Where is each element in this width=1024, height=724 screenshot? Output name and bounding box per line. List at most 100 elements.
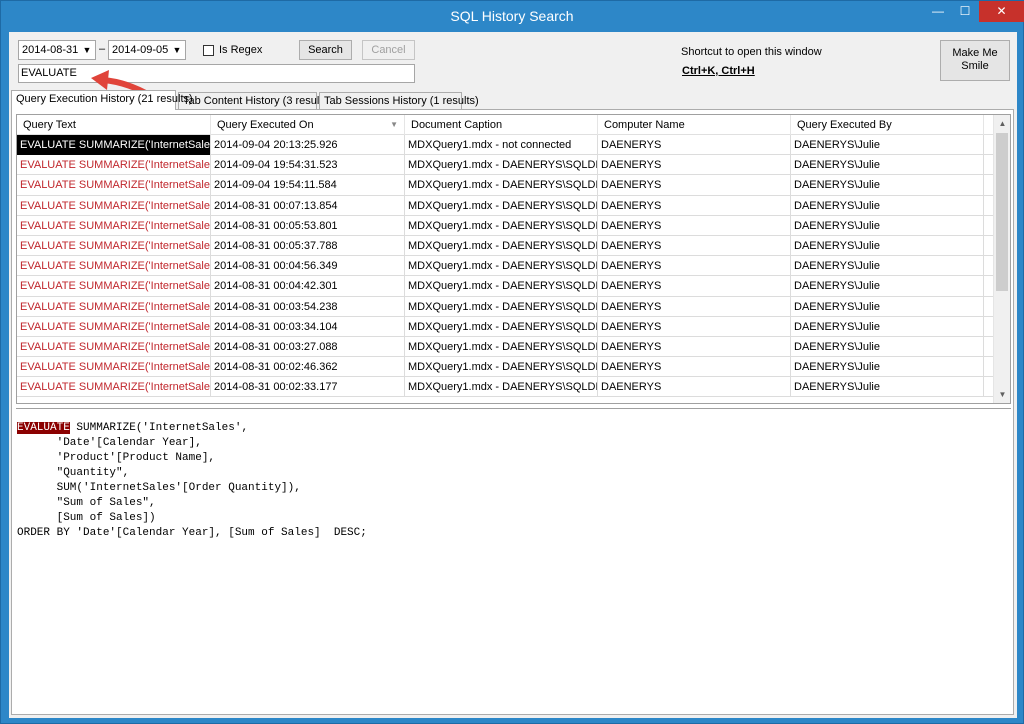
table-row[interactable]: EVALUATE SUMMARIZE('InternetSales'... 201… bbox=[17, 155, 994, 176]
cell-computer-name[interactable]: DAENERYS bbox=[598, 175, 791, 196]
cell-query-text[interactable]: EVALUATE SUMMARIZE('InternetSales'... bbox=[17, 316, 211, 337]
scroll-thumb[interactable] bbox=[996, 133, 1008, 291]
cell-query-text[interactable]: EVALUATE SUMMARIZE('InternetSales'... bbox=[17, 377, 211, 398]
cell-executed-on[interactable]: 2014-09-04 19:54:11.584 bbox=[211, 175, 405, 196]
cell-document-caption[interactable]: MDXQuery1.mdx - DAENERYS\SQLDE... bbox=[405, 296, 598, 317]
cell-executed-on[interactable]: 2014-08-31 00:02:46.362 bbox=[211, 357, 405, 378]
cell-query-text[interactable]: EVALUATE SUMMARIZE('InternetSales'... bbox=[17, 195, 211, 216]
is-regex-checkbox[interactable] bbox=[203, 45, 214, 56]
cell-query-text[interactable]: EVALUATE SUMMARIZE('InternetSales'... bbox=[17, 215, 211, 236]
query-text-editor[interactable]: EVALUATE SUMMARIZE('InternetSales', 'Dat… bbox=[16, 408, 1011, 712]
cell-executed-on[interactable]: 2014-08-31 00:04:56.349 bbox=[211, 256, 405, 277]
column-header-executed-on[interactable]: Query Executed On ▼ bbox=[211, 115, 405, 135]
cell-query-text[interactable]: EVALUATE SUMMARIZE('InternetSales'... bbox=[17, 336, 211, 357]
cell-query-text[interactable]: EVALUATE SUMMARIZE('InternetSales'... bbox=[17, 276, 211, 297]
table-row[interactable]: EVALUATE SUMMARIZE('InternetSales'... 201… bbox=[17, 215, 994, 236]
table-row[interactable]: EVALUATE SUMMARIZE('InternetSales'... 201… bbox=[17, 296, 994, 317]
cell-computer-name[interactable]: DAENERYS bbox=[598, 276, 791, 297]
cell-executed-on[interactable]: 2014-08-31 00:07:13.854 bbox=[211, 195, 405, 216]
table-row[interactable]: EVALUATE SUMMARIZE('InternetSales'... 201… bbox=[17, 316, 994, 337]
maximize-button[interactable]: ☐ bbox=[952, 1, 978, 22]
cancel-button[interactable]: Cancel bbox=[362, 40, 415, 60]
cell-computer-name[interactable]: DAENERYS bbox=[598, 256, 791, 277]
cell-query-text[interactable]: EVALUATE SUMMARIZE('InternetSales'... bbox=[17, 357, 211, 378]
cell-computer-name[interactable]: DAENERYS bbox=[598, 215, 791, 236]
table-row[interactable]: EVALUATE SUMMARIZE('InternetSales'... 201… bbox=[17, 276, 994, 297]
cell-executed-by[interactable]: DAENERYS\Julie bbox=[791, 316, 984, 337]
cell-executed-by[interactable]: DAENERYS\Julie bbox=[791, 256, 984, 277]
table-row[interactable]: EVALUATE SUMMARIZE('InternetSales'... 201… bbox=[17, 256, 994, 277]
cell-executed-by[interactable]: DAENERYS\Julie bbox=[791, 175, 984, 196]
cell-document-caption[interactable]: MDXQuery1.mdx - DAENERYS\SQLDE... bbox=[405, 195, 598, 216]
cell-query-text[interactable]: EVALUATE SUMMARIZE('InternetSales'... bbox=[17, 135, 211, 155]
cell-query-text[interactable]: EVALUATE SUMMARIZE('InternetSales'... bbox=[17, 175, 211, 196]
is-regex-label[interactable]: Is Regex bbox=[219, 44, 262, 56]
cell-executed-by[interactable]: DAENERYS\Julie bbox=[791, 215, 984, 236]
chevron-down-icon[interactable]: ▼ bbox=[79, 41, 95, 59]
cell-executed-by[interactable]: DAENERYS\Julie bbox=[791, 357, 984, 378]
table-row[interactable]: EVALUATE SUMMARIZE('InternetSales'... 201… bbox=[17, 336, 994, 358]
cell-executed-by[interactable]: DAENERYS\Julie bbox=[791, 377, 984, 398]
cell-document-caption[interactable]: MDXQuery1.mdx - DAENERYS\SQLDE... bbox=[405, 336, 598, 357]
cell-computer-name[interactable]: DAENERYS bbox=[598, 195, 791, 216]
cell-document-caption[interactable]: MDXQuery1.mdx - DAENERYS\SQLDE... bbox=[405, 357, 598, 378]
column-header-query-text[interactable]: Query Text bbox=[17, 115, 211, 135]
cell-computer-name[interactable]: DAENERYS bbox=[598, 316, 791, 337]
cell-executed-on[interactable]: 2014-08-31 00:04:42.301 bbox=[211, 276, 405, 297]
cell-executed-by[interactable]: DAENERYS\Julie bbox=[791, 296, 984, 317]
cell-executed-by[interactable]: DAENERYS\Julie bbox=[791, 195, 984, 216]
cell-document-caption[interactable]: MDXQuery1.mdx - not connected bbox=[405, 135, 598, 155]
cell-document-caption[interactable]: MDXQuery1.mdx - DAENERYS\SQLDE... bbox=[405, 215, 598, 236]
cell-computer-name[interactable]: DAENERYS bbox=[598, 357, 791, 378]
cell-computer-name[interactable]: DAENERYS bbox=[598, 235, 791, 256]
cell-computer-name[interactable]: DAENERYS bbox=[598, 377, 791, 398]
cell-executed-on[interactable]: 2014-08-31 00:05:53.801 bbox=[211, 215, 405, 236]
table-row[interactable]: EVALUATE SUMMARIZE('InternetSales'... 201… bbox=[17, 135, 994, 156]
date-to-picker[interactable]: 2014-09-05 ▼ bbox=[108, 40, 186, 60]
cell-executed-by[interactable]: DAENERYS\Julie bbox=[791, 336, 984, 357]
table-row[interactable]: EVALUATE SUMMARIZE('InternetSales'... 201… bbox=[17, 195, 994, 216]
tab-query-execution-history[interactable]: Query Execution History (21 results) bbox=[11, 90, 193, 110]
cell-query-text[interactable]: EVALUATE SUMMARIZE('InternetSales'... bbox=[17, 256, 211, 277]
cell-executed-by[interactable]: DAENERYS\Julie bbox=[791, 276, 984, 297]
cell-document-caption[interactable]: MDXQuery1.mdx - DAENERYS\SQLDE... bbox=[405, 175, 598, 196]
cell-document-caption[interactable]: MDXQuery1.mdx - DAENERYS\SQLDE... bbox=[405, 377, 598, 398]
cell-query-text[interactable]: EVALUATE SUMMARIZE('InternetSales'... bbox=[17, 296, 211, 317]
column-header-computer-name[interactable]: Computer Name bbox=[598, 115, 791, 135]
table-row[interactable]: EVALUATE SUMMARIZE('InternetSales'... 201… bbox=[17, 357, 994, 378]
column-header-document-caption[interactable]: Document Caption bbox=[405, 115, 598, 135]
cell-document-caption[interactable]: MDXQuery1.mdx - DAENERYS\SQLDE... bbox=[405, 235, 598, 256]
cell-document-caption[interactable]: MDXQuery1.mdx - DAENERYS\SQLDE... bbox=[405, 256, 598, 277]
scroll-down-icon[interactable]: ▼ bbox=[994, 386, 1010, 403]
cell-computer-name[interactable]: DAENERYS bbox=[598, 155, 791, 176]
tab-content-history[interactable]: Tab Content History (3 results) bbox=[178, 92, 332, 110]
cell-executed-by[interactable]: DAENERYS\Julie bbox=[791, 235, 984, 256]
cell-executed-on[interactable]: 2014-08-31 00:03:54.238 bbox=[211, 296, 405, 317]
cell-executed-on[interactable]: 2014-08-31 00:03:34.104 bbox=[211, 316, 405, 337]
cell-document-caption[interactable]: MDXQuery1.mdx - DAENERYS\SQLDE... bbox=[405, 155, 598, 176]
make-me-smile-button[interactable]: Make Me Smile bbox=[940, 40, 1010, 81]
title-bar[interactable]: SQL History Search — ☐ ✕ bbox=[1, 1, 1024, 31]
cell-executed-on[interactable]: 2014-09-04 20:13:25.926 bbox=[211, 135, 405, 155]
cell-computer-name[interactable]: DAENERYS bbox=[598, 296, 791, 317]
cell-query-text[interactable]: EVALUATE SUMMARIZE('InternetSales'... bbox=[17, 235, 211, 256]
cell-executed-on[interactable]: 2014-08-31 00:02:33.177 bbox=[211, 377, 405, 398]
tab-sessions-history[interactable]: Tab Sessions History (1 results) bbox=[319, 92, 479, 110]
cell-computer-name[interactable]: DAENERYS bbox=[598, 135, 791, 155]
table-row[interactable]: EVALUATE SUMMARIZE('InternetSales'... 201… bbox=[17, 235, 994, 257]
search-input[interactable]: EVALUATE bbox=[18, 64, 415, 83]
cell-document-caption[interactable]: MDXQuery1.mdx - DAENERYS\SQLDE... bbox=[405, 276, 598, 297]
scroll-up-icon[interactable]: ▲ bbox=[994, 115, 1010, 132]
cell-query-text[interactable]: EVALUATE SUMMARIZE('InternetSales'... bbox=[17, 155, 211, 176]
grid-vertical-scrollbar[interactable]: ▲ ▼ bbox=[993, 115, 1010, 403]
cell-executed-by[interactable]: DAENERYS\Julie bbox=[791, 155, 984, 176]
date-from-picker[interactable]: 2014-08-31 ▼ bbox=[18, 40, 96, 60]
table-row[interactable]: EVALUATE SUMMARIZE('InternetSales'... 201… bbox=[17, 377, 994, 398]
column-header-executed-by[interactable]: Query Executed By bbox=[791, 115, 984, 135]
cell-executed-on[interactable]: 2014-08-31 00:05:37.788 bbox=[211, 235, 405, 256]
cell-executed-by[interactable]: DAENERYS\Julie bbox=[791, 135, 984, 155]
close-button[interactable]: ✕ bbox=[979, 1, 1024, 22]
search-button[interactable]: Search bbox=[299, 40, 352, 60]
cell-computer-name[interactable]: DAENERYS bbox=[598, 336, 791, 357]
minimize-button[interactable]: — bbox=[925, 1, 951, 22]
